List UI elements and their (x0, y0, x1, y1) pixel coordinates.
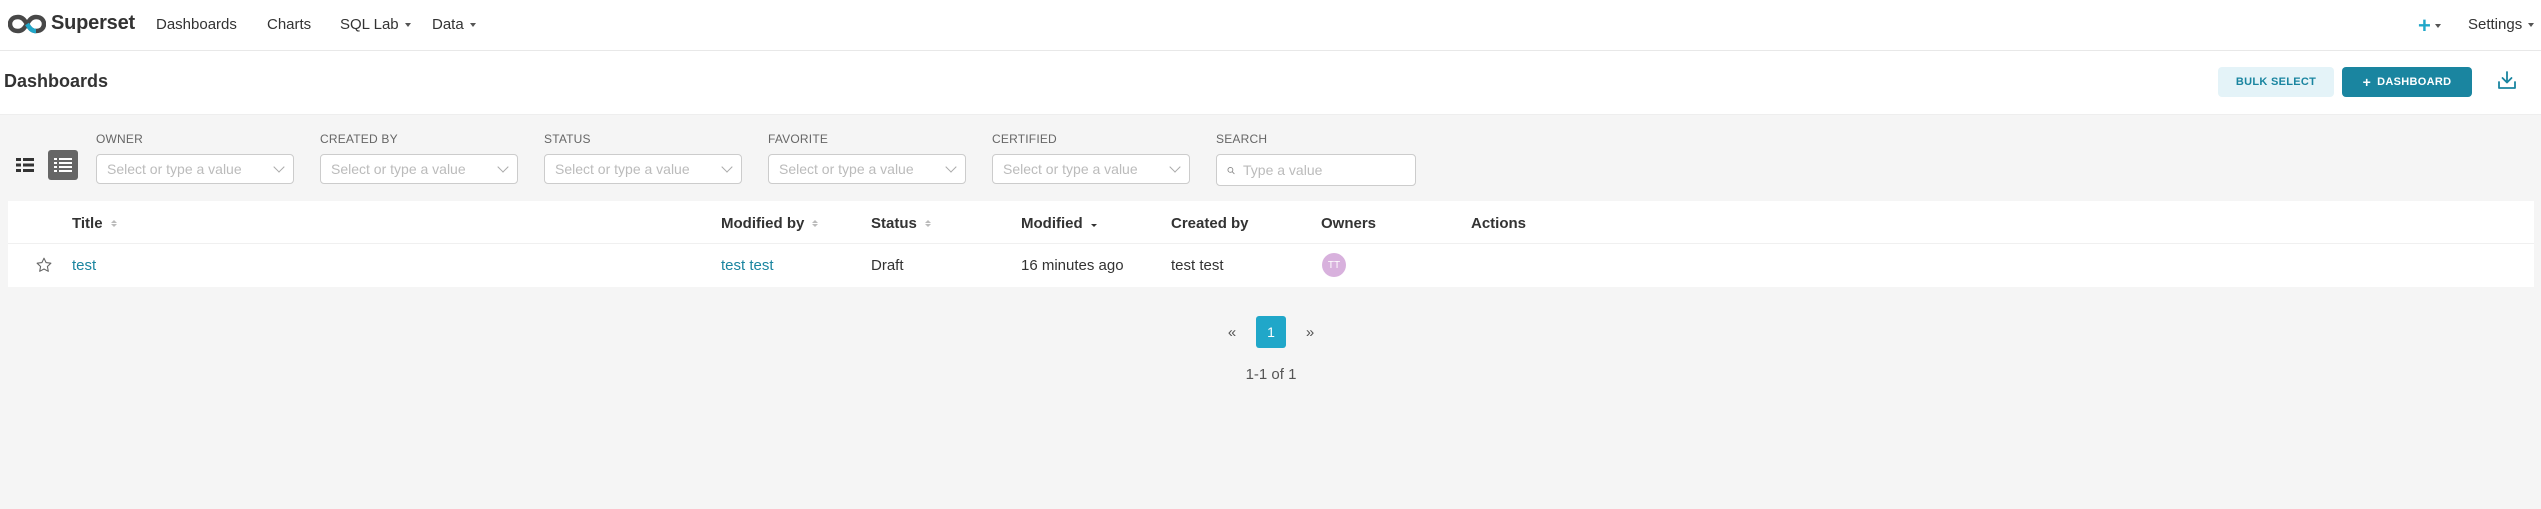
filter-owner-placeholder: Select or type a value (107, 161, 242, 177)
nav-sql-lab-label: SQL Lab (340, 16, 399, 33)
chevron-down-icon (497, 161, 509, 173)
chevron-down-icon (721, 161, 733, 173)
owner-avatar[interactable]: TT (1322, 253, 1346, 277)
filter-created-by-label: Created by (320, 132, 398, 146)
column-header-modified-by[interactable]: Modified by (721, 215, 819, 232)
bulk-select-label: Bulk Select (2235, 76, 2317, 88)
filter-certified-select[interactable]: Select or type a value (992, 154, 1190, 184)
caret-down-icon (2528, 22, 2535, 27)
brand-logo[interactable]: Superset (8, 12, 135, 35)
new-item-menu[interactable]: + (2418, 13, 2441, 39)
top-navbar: Superset Dashboards Charts SQL Lab Data … (0, 0, 2541, 51)
page-title: Dashboards (4, 71, 109, 91)
filter-owner-select[interactable]: Select or type a value (96, 154, 294, 184)
status-cell: Draft (871, 257, 904, 274)
filter-search: Search (1216, 132, 1416, 186)
filter-favorite-label: Favorite (768, 132, 829, 146)
filter-created-by-select[interactable]: Select or type a value (320, 154, 518, 184)
nav-data-label: Data (432, 16, 464, 33)
nav-charts[interactable]: Charts (267, 16, 311, 33)
column-header-actions: Actions (1471, 215, 1526, 232)
column-header-title[interactable]: Title (72, 215, 117, 232)
column-header-modified[interactable]: Modified (1021, 215, 1097, 232)
table-row: test test test Draft 16 minutes ago test… (8, 244, 2534, 287)
nav-sql-lab[interactable]: SQL Lab (340, 16, 411, 33)
dashboards-table: Title Modified by Status Modified Create… (8, 201, 2534, 287)
list-view-toggle[interactable] (48, 150, 78, 180)
page-header: Dashboards Bulk Select + Dashboard (0, 51, 2541, 115)
caret-down-icon (469, 22, 476, 27)
column-header-owners: Owners (1321, 215, 1376, 232)
created-by-cell: test test (1171, 257, 1224, 274)
sort-desc-icon (1090, 220, 1097, 227)
modified-by-link[interactable]: test test (721, 257, 774, 274)
filter-favorite-select[interactable]: Select or type a value (768, 154, 966, 184)
download-icon[interactable] (2496, 69, 2518, 96)
filter-created-by: Created by Select or type a value (320, 132, 518, 184)
column-actions-label: Actions (1471, 215, 1527, 232)
caret-down-icon (2434, 24, 2441, 28)
pagination-next[interactable]: » (1300, 316, 1320, 348)
pagination-page-1[interactable]: 1 (1256, 316, 1286, 348)
column-modified-label: Modified (1021, 215, 1083, 232)
filter-certified: Certified Select or type a value (992, 132, 1190, 184)
list-icon (54, 158, 72, 172)
sort-icon (110, 220, 117, 227)
dashboard-title-link[interactable]: test (72, 257, 96, 274)
sort-icon (924, 220, 931, 227)
column-modified-by-label: Modified by (721, 215, 805, 232)
filter-favorite: Favorite Select or type a value (768, 132, 966, 184)
modified-cell: 16 minutes ago (1021, 257, 1124, 274)
column-status-label: Status (871, 215, 917, 232)
filter-created-by-placeholder: Select or type a value (331, 161, 466, 177)
column-owners-label: Owners (1321, 215, 1377, 232)
filter-status-placeholder: Select or type a value (555, 161, 690, 177)
filter-certified-placeholder: Select or type a value (1003, 161, 1138, 177)
brand-name: Superset (51, 12, 135, 34)
plus-icon: + (2362, 74, 2372, 90)
filter-certified-label: Certified (992, 132, 1057, 146)
pagination-prev[interactable]: « (1222, 316, 1242, 348)
settings-menu[interactable]: Settings (2468, 16, 2535, 33)
chevron-down-icon (1169, 161, 1181, 173)
column-header-status[interactable]: Status (871, 215, 931, 232)
pagination-range: 1-1 of 1 (1245, 366, 1297, 383)
favorite-star-icon[interactable] (36, 257, 52, 278)
nav-dashboards-label: Dashboards (156, 16, 237, 33)
card-view-toggle[interactable] (10, 150, 40, 180)
caret-down-icon (404, 22, 411, 27)
filter-status-label: Status (544, 132, 591, 146)
column-header-created-by: Created by (1171, 215, 1249, 232)
filter-owner: Owner Select or type a value (96, 132, 294, 184)
new-dashboard-button[interactable]: + Dashboard (2342, 67, 2472, 97)
search-field (1216, 154, 1416, 186)
filter-favorite-placeholder: Select or type a value (779, 161, 914, 177)
sort-icon (812, 220, 819, 227)
chevron-down-icon (945, 161, 957, 173)
superset-logo-icon (8, 14, 46, 33)
search-icon (1227, 166, 1235, 174)
filter-status-select[interactable]: Select or type a value (544, 154, 742, 184)
new-dashboard-label: Dashboard (2377, 76, 2452, 88)
search-input[interactable] (1241, 161, 1405, 179)
nav-data[interactable]: Data (432, 16, 476, 33)
grid-icon (16, 158, 34, 172)
column-title-label: Title (72, 215, 103, 232)
search-label: Search (1216, 132, 1268, 146)
filter-status: Status Select or type a value (544, 132, 742, 184)
bulk-select-button[interactable]: Bulk Select (2218, 67, 2334, 97)
nav-dashboards[interactable]: Dashboards (156, 16, 237, 33)
plus-icon: + (2418, 13, 2431, 38)
column-created-by-label: Created by (1171, 215, 1249, 232)
filter-owner-label: Owner (96, 132, 143, 146)
nav-charts-label: Charts (267, 16, 312, 33)
settings-label: Settings (2468, 16, 2523, 33)
chevron-down-icon (273, 161, 285, 173)
